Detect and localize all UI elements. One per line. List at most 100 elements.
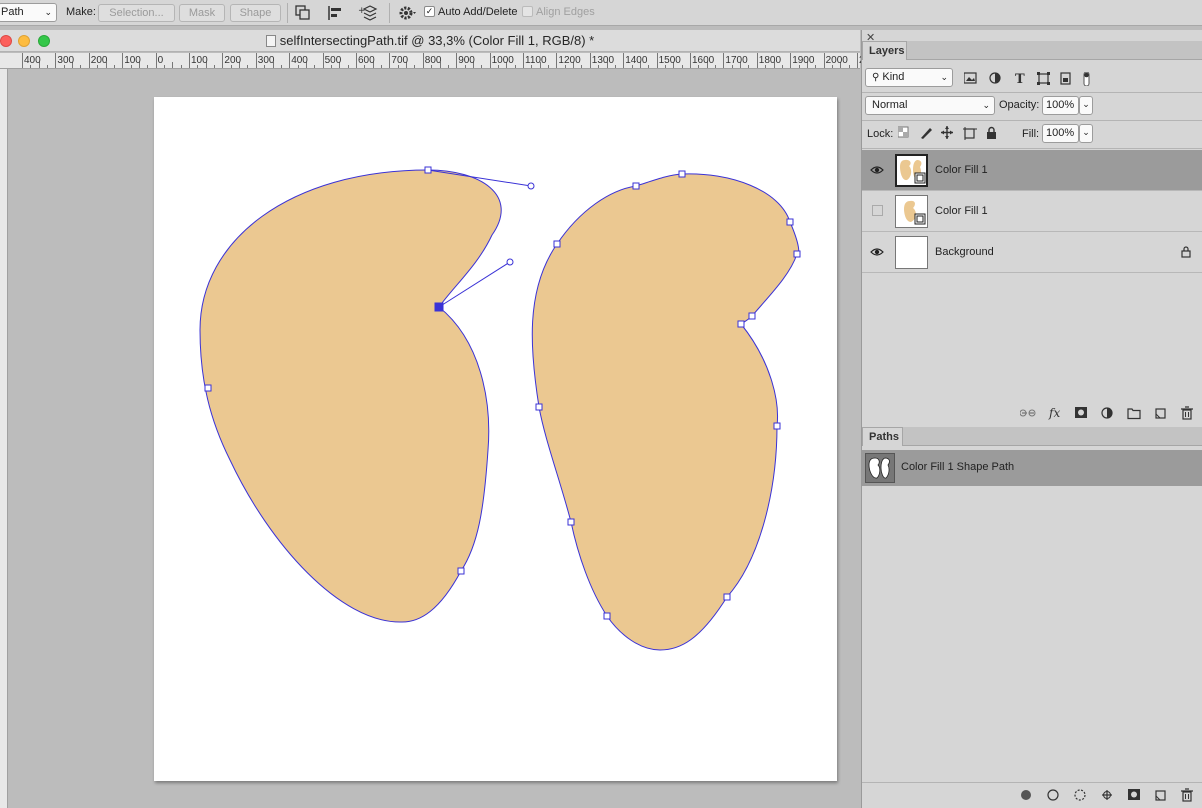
make-mask-button[interactable]: Mask: [179, 4, 225, 22]
new-path-icon[interactable]: [1155, 790, 1166, 801]
vertical-ruler[interactable]: [0, 69, 8, 808]
tab-paths[interactable]: Paths: [862, 427, 903, 446]
ruler-label: 200: [224, 55, 242, 66]
make-work-path-icon[interactable]: [1102, 790, 1112, 800]
ruler-major-tick: [222, 53, 224, 68]
ruler-major-tick: [322, 53, 324, 68]
ruler-label: 700: [391, 55, 409, 66]
ruler-major-tick: [255, 53, 257, 68]
chevron-down-icon: ⌄: [44, 7, 52, 17]
document-file-icon: [265, 35, 276, 47]
fill-input[interactable]: 100%: [1042, 124, 1079, 143]
ruler-minor-tick: [414, 65, 416, 68]
add-mask-icon[interactable]: [1075, 407, 1087, 418]
auto-add-delete-checkbox[interactable]: ✓: [424, 6, 435, 17]
lock-all-icon[interactable]: [987, 126, 996, 140]
eye-icon[interactable]: [870, 163, 884, 177]
ruler-major-tick: [857, 53, 858, 68]
type-filter-icon[interactable]: T: [1015, 72, 1025, 86]
ruler-minor-tick: [172, 62, 174, 68]
ruler-minor-tick: [781, 65, 783, 68]
path-alignment-icon[interactable]: [325, 3, 347, 23]
fill-slider-button[interactable]: ⌄: [1079, 124, 1093, 143]
ruler-label: 1900: [792, 55, 815, 66]
ruler-minor-tick: [581, 65, 583, 68]
lock-icon: [1181, 246, 1191, 258]
ruler-major-tick: [389, 53, 391, 68]
fx-icon[interactable]: fx: [1048, 406, 1060, 420]
path-row[interactable]: Color Fill 1 Shape Path: [862, 450, 1202, 486]
fill-path-icon[interactable]: [1021, 790, 1031, 800]
visibility-toggle-off[interactable]: [872, 205, 883, 216]
path-arrangement-icon[interactable]: +: [357, 3, 379, 23]
image-filter-icon[interactable]: [964, 72, 977, 84]
folder-icon[interactable]: [1127, 408, 1141, 420]
adjustment-filter-icon[interactable]: [989, 72, 1001, 84]
new-layer-icon[interactable]: [1155, 408, 1166, 419]
tab-layers[interactable]: Layers: [862, 41, 907, 60]
ruler-minor-tick: [648, 65, 650, 68]
lock-image-pixels-icon[interactable]: [921, 128, 932, 139]
layer-filter-select[interactable]: ⚲ Kind ⌄: [865, 68, 953, 87]
search-icon: ⚲: [872, 72, 880, 83]
ruler-major-tick: [589, 53, 591, 68]
trash-icon[interactable]: [1181, 788, 1193, 802]
layer-thumbnail: [895, 154, 928, 187]
ruler-major-tick: [523, 53, 524, 68]
make-shape-button[interactable]: Shape: [230, 4, 281, 22]
make-selection-button[interactable]: Selection...: [98, 4, 175, 22]
document-canvas[interactable]: [154, 97, 837, 781]
ruler-label: 600: [358, 55, 375, 66]
ruler-label: 800: [424, 55, 442, 66]
load-path-as-selection-icon[interactable]: [1074, 789, 1086, 801]
trash-icon[interactable]: [1181, 406, 1193, 420]
layer-thumbnail: [895, 195, 928, 228]
ruler-label: 1000: [491, 55, 514, 66]
right-panel-dock: ✕ Layers ⚲ Kind ⌄ T Normal ⌄ Opacity: 10…: [861, 30, 1202, 808]
horizontal-ruler[interactable]: 400 300 200 100 0 100 200 300 400 500 600 700 800 900…: [0, 53, 884, 69]
ruler-major-tick: [489, 53, 491, 68]
add-mask-icon[interactable]: [1128, 789, 1140, 800]
layer-thumbnail: [895, 236, 928, 269]
ruler-minor-tick: [247, 65, 249, 68]
shape-filter-icon[interactable]: [1037, 72, 1050, 85]
blend-mode-select[interactable]: Normal ⌄: [865, 96, 995, 115]
lock-artboard-icon[interactable]: [963, 127, 977, 140]
adjustment-layer-icon[interactable]: [1101, 407, 1113, 419]
auto-add-delete-label: Auto Add/Delete: [438, 6, 518, 18]
link-layers-icon[interactable]: [1020, 409, 1036, 417]
layer-row[interactable]: Color Fill 1: [862, 150, 1202, 191]
ruler-minor-tick: [514, 65, 516, 68]
opacity-slider-button[interactable]: ⌄: [1079, 96, 1093, 115]
stroke-path-icon[interactable]: [1047, 789, 1059, 801]
lock-position-icon[interactable]: [941, 126, 953, 139]
tool-mode-select[interactable]: Path ⌄: [0, 3, 57, 22]
layer-row[interactable]: Background: [862, 232, 1202, 273]
eye-icon[interactable]: [870, 245, 884, 259]
align-edges-checkbox[interactable]: [522, 6, 533, 17]
ruler-label: 1800: [758, 55, 782, 66]
blend-mode-value: Normal: [872, 99, 908, 111]
lock-transparent-pixels-icon[interactable]: [898, 126, 909, 138]
ruler-major-tick: [155, 53, 157, 68]
ruler-minor-tick: [447, 65, 449, 68]
svg-text:+: +: [358, 6, 366, 16]
layer-row[interactable]: Color Fill 1: [862, 191, 1202, 232]
ruler-minor-tick: [681, 65, 683, 68]
lock-icons: [898, 126, 996, 140]
ruler-label: 1700: [725, 55, 748, 66]
layer-name: Background: [935, 246, 994, 258]
ruler-label: 400: [291, 55, 308, 66]
ruler-major-tick: [289, 53, 291, 68]
filter-toggle-icon[interactable]: [1083, 72, 1090, 86]
ruler-major-tick: [690, 53, 691, 68]
ruler-major-tick: [88, 53, 90, 68]
smart-object-filter-icon[interactable]: [1060, 72, 1071, 85]
gear-icon[interactable]: [396, 3, 418, 23]
opacity-input[interactable]: 100%: [1042, 96, 1079, 115]
options-bar: Path ⌄ Make: Selection... Mask Shape + ✓…: [0, 0, 1202, 26]
path-operations-icon[interactable]: [292, 3, 314, 23]
ruler-minor-tick: [715, 65, 717, 68]
ruler-label: 900: [458, 55, 475, 66]
ruler-label: 2000: [825, 55, 848, 66]
